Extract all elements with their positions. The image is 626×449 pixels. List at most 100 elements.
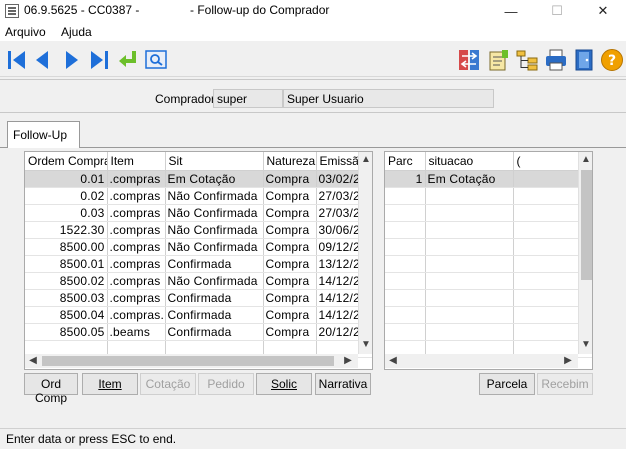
solic-button-label: Solic <box>270 377 297 391</box>
window-version: 06.9.5625 - CC0387 - <box>24 3 140 17</box>
table-cell-empty <box>385 272 426 290</box>
table-cell-ordem: 8500.02 <box>25 272 108 290</box>
last-record-icon[interactable] <box>87 48 111 72</box>
table-row[interactable]: 0.01 .compras Em Cotação Compra 03/02/2 <box>25 170 372 188</box>
swap-icon[interactable] <box>457 48 481 72</box>
scroll-right-arrow-icon[interactable]: ▶ <box>341 355 355 366</box>
parcela-button[interactable]: Parcela <box>479 373 535 395</box>
table-cell-sit: Confirmada <box>165 306 264 324</box>
table-cell-item: .compras <box>107 238 166 256</box>
parcels-grid[interactable]: Parc situacao ( 1Em Cotação10,0 ▲ ▼ ◀ ▶ <box>384 151 593 370</box>
ord-comp-button[interactable]: Ord Comp <box>24 373 78 405</box>
table-row-empty <box>385 306 592 324</box>
table-row[interactable]: 1522.30 .compras Não Confirmada Compra 30/06… <box>25 221 372 239</box>
table-cell-empty <box>425 204 514 222</box>
table-cell-ordem: 0.03 <box>25 204 108 222</box>
scroll-down-arrow-icon[interactable]: ▼ <box>579 339 592 350</box>
table-cell-empty <box>385 289 426 307</box>
scroll-down-arrow-icon[interactable]: ▼ <box>359 339 372 350</box>
buyer-code-field: super <box>213 89 283 108</box>
table-cell-situacao: Em Cotação <box>425 170 514 188</box>
print-icon[interactable] <box>544 48 568 72</box>
buyer-name-field: Super Usuario <box>283 89 494 108</box>
table-cell-parc: 1 <box>385 170 426 188</box>
table-cell-item: .compras <box>107 272 166 290</box>
table-cell-sit: Não Confirmada <box>165 221 264 239</box>
table-cell-sit: Confirmada <box>165 255 264 273</box>
item-button-label: Item <box>98 377 122 391</box>
go-to-icon[interactable] <box>116 48 140 72</box>
toolbar: ? <box>0 43 626 77</box>
next-record-icon[interactable] <box>59 48 83 72</box>
table-cell-item: .compras <box>107 204 166 222</box>
close-button[interactable]: ✕ <box>580 0 626 22</box>
table-cell-ordem: 8500.04 <box>25 306 108 324</box>
col-natureza[interactable]: Natureza <box>263 152 317 171</box>
scroll-up-arrow-icon[interactable]: ▲ <box>359 154 372 165</box>
table-cell-item: .compras <box>107 255 166 273</box>
table-row[interactable]: 8500.03 .compras Confirmada Compra 14/12/2 <box>25 289 372 307</box>
table-cell-sit: Não Confirmada <box>165 238 264 256</box>
table-cell-empty <box>425 272 514 290</box>
table-row[interactable]: 8500.04 .compras. Confirmada Compra 14/12/2 <box>25 306 372 324</box>
table-row[interactable]: 8500.00 .compras Não Confirmada Compra 09/12… <box>25 238 372 256</box>
app-window-icon <box>5 4 19 18</box>
col-situacao[interactable]: situacao <box>425 152 514 171</box>
scroll-left-arrow-icon[interactable]: ◀ <box>26 355 40 366</box>
scroll-right-arrow-icon[interactable]: ▶ <box>561 355 575 366</box>
col-parc[interactable]: Parc <box>385 152 426 171</box>
orders-vertical-scrollbar[interactable]: ▲ ▼ <box>358 152 372 354</box>
table-cell-empty <box>425 187 514 205</box>
tab-follow-up[interactable]: Follow-Up <box>7 121 80 148</box>
scroll-up-arrow-icon[interactable]: ▲ <box>579 154 592 165</box>
maximize-button[interactable]: ☐ <box>534 0 580 22</box>
title-bar: 06.9.5625 - CC0387 - - Follow-up do Comp… <box>0 0 626 22</box>
table-cell-empty <box>425 289 514 307</box>
table-row-empty <box>385 204 592 222</box>
minimize-button[interactable]: — <box>488 0 534 22</box>
narrativa-button[interactable]: Narrativa <box>315 373 371 395</box>
first-record-icon[interactable] <box>5 48 29 72</box>
table-row[interactable]: 1Em Cotação10,0 <box>385 170 592 188</box>
cotacao-button[interactable]: Cotação <box>140 373 196 395</box>
recebim-button[interactable]: Recebim <box>537 373 593 395</box>
menu-arquivo[interactable]: Arquivo <box>5 25 46 39</box>
col-sit[interactable]: Sit <box>165 152 264 171</box>
scroll-left-arrow-icon[interactable]: ◀ <box>386 355 400 366</box>
table-row[interactable]: 0.03 .compras Não Confirmada Compra 27/03/2 <box>25 204 372 222</box>
orders-grid[interactable]: Ordem Compra Item Sit Natureza Emissão 0… <box>24 151 373 370</box>
table-cell-sit: Não Confirmada <box>165 187 264 205</box>
orders-horizontal-scrollbar[interactable]: ◀ ▶ <box>25 354 358 368</box>
table-row-empty <box>385 272 592 290</box>
table-cell-item: .beams <box>107 323 166 341</box>
buyer-label: Comprador: <box>155 92 219 106</box>
previous-record-icon[interactable] <box>31 48 55 72</box>
scroll-thumb[interactable] <box>42 356 334 366</box>
table-row-empty <box>385 238 592 256</box>
col-item[interactable]: Item <box>107 152 166 171</box>
table-cell-empty <box>385 204 426 222</box>
parcels-horizontal-scrollbar[interactable]: ◀ ▶ <box>385 354 578 368</box>
table-cell-ordem: 1522.30 <box>25 221 108 239</box>
report-icon[interactable] <box>487 48 511 72</box>
tree-icon[interactable] <box>515 48 539 72</box>
item-button[interactable]: Item <box>82 373 138 395</box>
pedido-button[interactable]: Pedido <box>198 373 254 395</box>
parcels-vertical-scrollbar[interactable]: ▲ ▼ <box>578 152 592 354</box>
scroll-thumb[interactable] <box>581 170 592 280</box>
table-cell-nat: Compra <box>263 238 317 256</box>
col-ordem-compra[interactable]: Ordem Compra <box>25 152 108 171</box>
table-row[interactable]: 8500.01 .compras Confirmada Compra 13/12/2 <box>25 255 372 273</box>
table-row[interactable]: 8500.02 .compras Não Confirmada Compra 14/12… <box>25 272 372 290</box>
table-cell-nat: Compra <box>263 255 317 273</box>
table-cell-item: .compras <box>107 221 166 239</box>
table-cell-empty <box>385 221 426 239</box>
menu-ajuda[interactable]: Ajuda <box>61 25 92 39</box>
table-row[interactable]: 8500.05 .beams Confirmada Compra 20/12/2 <box>25 323 372 341</box>
solic-button[interactable]: Solic <box>256 373 312 395</box>
search-icon[interactable] <box>144 48 168 72</box>
table-row[interactable]: 0.02 .compras Não Confirmada Compra 27/03/2 <box>25 187 372 205</box>
help-icon[interactable]: ? <box>600 48 624 72</box>
table-cell-sit: Não Confirmada <box>165 272 264 290</box>
exit-door-icon[interactable] <box>572 48 596 72</box>
